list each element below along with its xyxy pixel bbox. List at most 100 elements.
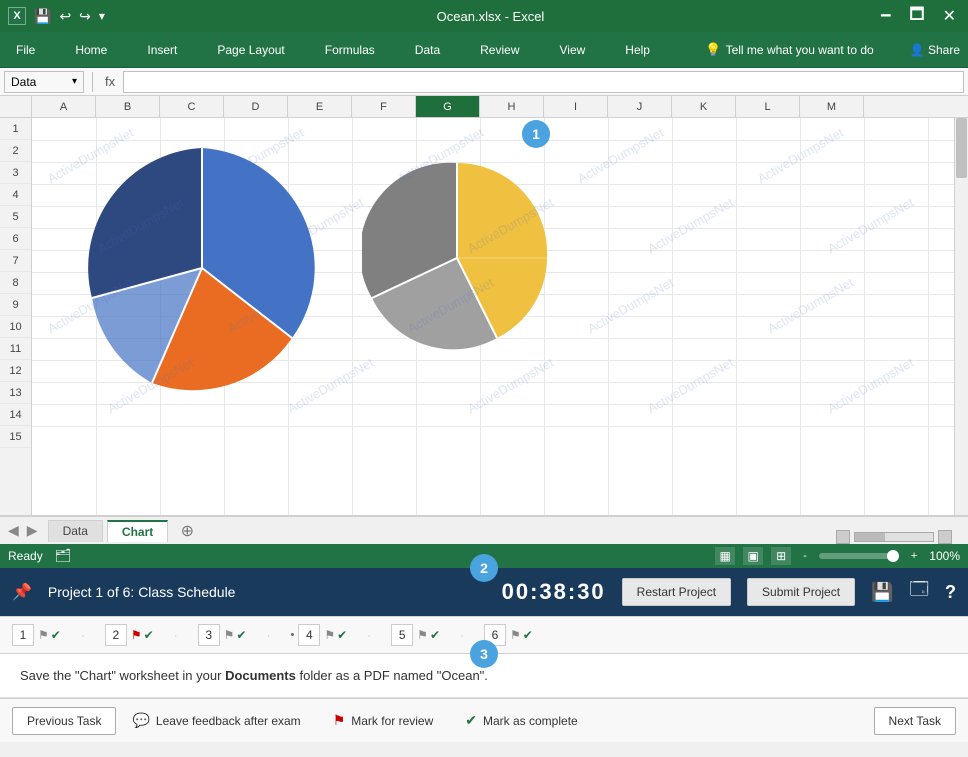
project-timer: 00:38:30 <box>502 579 606 605</box>
row-7[interactable]: 7 <box>0 250 31 272</box>
feedback-button[interactable]: 💬 Leave feedback after exam <box>116 712 316 729</box>
flag-icon-4: ⚑ <box>324 628 335 642</box>
tab-home[interactable]: Home <box>67 37 115 63</box>
row-12[interactable]: 12 <box>0 360 31 382</box>
row-15[interactable]: 15 <box>0 426 31 448</box>
row-3[interactable]: 3 <box>0 162 31 184</box>
task-step-1[interactable]: 1 ⚑ ✔ <box>12 624 61 646</box>
redo-icon[interactable]: ↪ <box>79 8 91 25</box>
tab-help[interactable]: Help <box>617 37 658 63</box>
tab-data[interactable]: Data <box>407 37 448 63</box>
previous-task-button[interactable]: Previous Task <box>12 707 116 735</box>
close-button[interactable]: ✕ <box>939 6 960 26</box>
tab-file[interactable]: File <box>8 37 43 63</box>
bullet-4: • <box>290 629 294 641</box>
task-step-3[interactable]: 3 ⚑ ✔ <box>198 624 247 646</box>
badge-container-1: 1 <box>522 120 550 148</box>
scrollbar-thumb[interactable] <box>956 118 967 178</box>
share-button[interactable]: 👤 Share <box>910 43 960 57</box>
col-header-d[interactable]: D <box>224 96 288 117</box>
tab-page-layout[interactable]: Page Layout <box>209 37 292 63</box>
col-header-c[interactable]: C <box>160 96 224 117</box>
scroll-sheets-left[interactable]: ◀ <box>8 522 19 539</box>
next-task-button[interactable]: Next Task <box>874 707 956 735</box>
normal-view-btn[interactable]: ▦ <box>715 547 735 565</box>
quick-save-icon[interactable]: 💾 <box>34 8 51 25</box>
row-6[interactable]: 6 <box>0 228 31 250</box>
task-desc-text: Save the "Chart" worksheet in your Docum… <box>20 668 488 683</box>
pie-chart-2[interactable] <box>362 158 552 358</box>
tab-review[interactable]: Review <box>472 37 527 63</box>
col-header-f[interactable]: F <box>352 96 416 117</box>
page-layout-view-btn[interactable]: ▣ <box>743 547 763 565</box>
complete-button[interactable]: ✔ Mark as complete <box>449 712 593 729</box>
row-9[interactable]: 9 <box>0 294 31 316</box>
row-4[interactable]: 4 <box>0 184 31 206</box>
row-1[interactable]: 1 <box>0 118 31 140</box>
col-header-g[interactable]: G <box>416 96 480 117</box>
col-header-k[interactable]: K <box>672 96 736 117</box>
col-header-i[interactable]: I <box>544 96 608 117</box>
undo-icon[interactable]: ↩ <box>59 8 71 25</box>
task-step-4[interactable]: • 4 ⚑ ✔ <box>290 624 347 646</box>
review-label: Mark for review <box>351 714 433 728</box>
col-header-m[interactable]: M <box>800 96 864 117</box>
formula-input[interactable] <box>123 71 964 93</box>
col-header-a[interactable]: A <box>32 96 96 117</box>
col-header-j[interactable]: J <box>608 96 672 117</box>
window-project-icon[interactable]: 🗔 <box>909 577 929 607</box>
zoom-plus[interactable]: + <box>911 550 917 562</box>
sheet-tab-data[interactable]: Data <box>48 520 103 542</box>
tab-formulas[interactable]: Formulas <box>317 37 383 63</box>
grid-cells[interactable]: 1 ActiveDumpsNet ActiveDumpsNet ActiveDu… <box>32 118 968 515</box>
save-project-icon[interactable]: 💾 <box>871 582 893 603</box>
scroll-right-btn[interactable] <box>938 530 952 544</box>
help-project-icon[interactable]: ? <box>945 582 956 603</box>
page-break-view-btn[interactable]: ⊞ <box>771 547 791 565</box>
tab-insert[interactable]: Insert <box>139 37 185 63</box>
col-header-e[interactable]: E <box>288 96 352 117</box>
pie-chart-1[interactable] <box>72 138 332 398</box>
col-header-h[interactable]: H <box>480 96 544 117</box>
search-tell-me[interactable]: Tell me what you want to do <box>726 43 874 57</box>
flag-icon-1: ⚑ <box>38 628 49 642</box>
scroll-sheets-right[interactable]: ▶ <box>27 522 38 539</box>
col-header-b[interactable]: B <box>96 96 160 117</box>
excel-icon: X <box>8 7 26 25</box>
maximize-button[interactable]: 🗖 <box>905 3 928 30</box>
scroll-left-btn[interactable] <box>836 530 850 544</box>
row-14[interactable]: 14 <box>0 404 31 426</box>
horizontal-scrollbar[interactable] <box>854 532 934 542</box>
h-scrollbar-thumb[interactable] <box>855 533 885 541</box>
row-13[interactable]: 13 <box>0 382 31 404</box>
zoom-level: 100% <box>929 549 960 563</box>
row-11[interactable]: 11 <box>0 338 31 360</box>
row-10[interactable]: 10 <box>0 316 31 338</box>
row-2[interactable]: 2 <box>0 140 31 162</box>
step-num-3: 3 <box>198 624 220 646</box>
ribbon-search[interactable]: 💡 Tell me what you want to do <box>705 42 873 58</box>
customize-icon[interactable]: ▾ <box>99 9 105 23</box>
check-icon-2: ✔ <box>144 628 154 642</box>
zoom-minus[interactable]: - <box>803 550 807 562</box>
project-label: Project 1 of 6: Class Schedule <box>48 584 236 600</box>
tab-view[interactable]: View <box>552 37 594 63</box>
zoom-thumb[interactable] <box>887 550 899 562</box>
row-8[interactable]: 8 <box>0 272 31 294</box>
formula-bar: Data ▾ fx <box>0 68 968 96</box>
check-complete-icon: ✔ <box>465 712 477 729</box>
add-sheet-button[interactable]: ⊕ <box>176 520 198 542</box>
fx-icon[interactable]: fx <box>101 74 119 89</box>
col-header-l[interactable]: L <box>736 96 800 117</box>
restart-project-button[interactable]: Restart Project <box>622 578 731 606</box>
task-step-5[interactable]: 5 ⚑ ✔ <box>391 624 440 646</box>
row-5[interactable]: 5 <box>0 206 31 228</box>
zoom-slider[interactable] <box>819 553 899 559</box>
name-box[interactable]: Data ▾ <box>4 71 84 93</box>
submit-project-button[interactable]: Submit Project <box>747 578 855 606</box>
vertical-scrollbar[interactable] <box>954 118 968 515</box>
minimize-button[interactable]: 🗕 <box>876 3 895 30</box>
sheet-tab-chart[interactable]: Chart <box>107 520 168 542</box>
task-step-2[interactable]: 2 ⚑ ✔ <box>105 624 154 646</box>
review-button[interactable]: ⚑ Mark for review <box>317 712 450 729</box>
